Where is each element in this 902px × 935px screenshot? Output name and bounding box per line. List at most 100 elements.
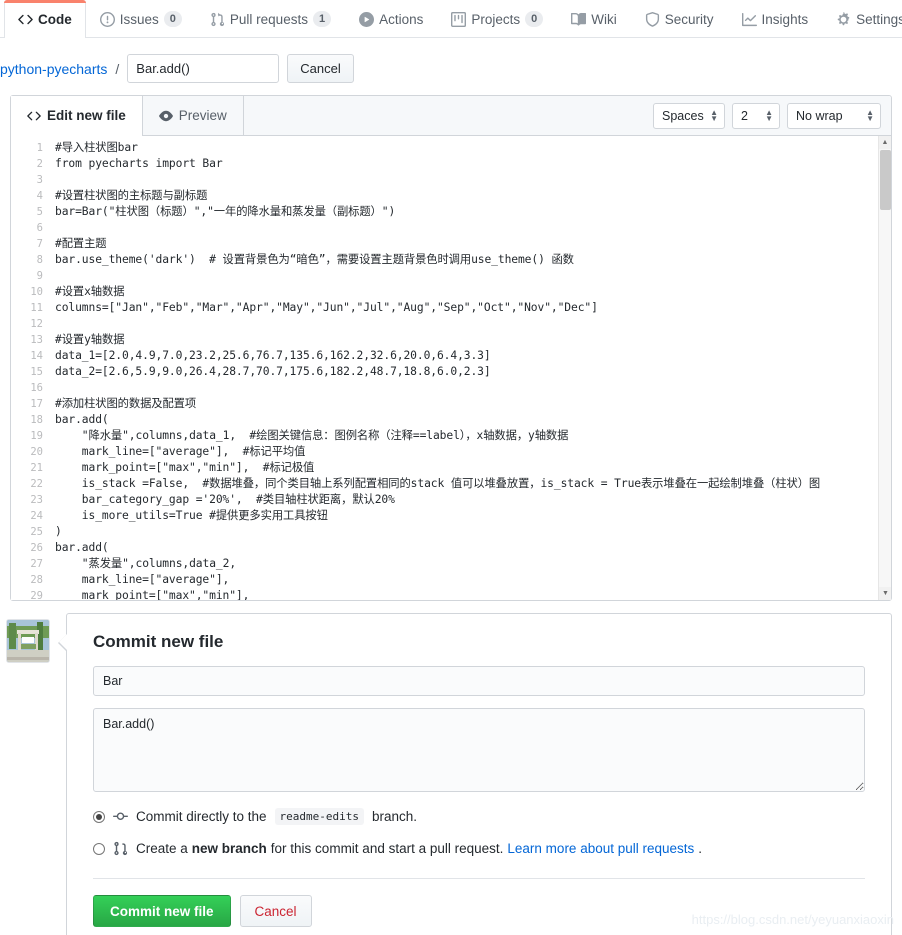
code-line-text: bar=Bar("柱状图（标题）","一年的降水量和蒸发量（副标题）"): [55, 205, 396, 218]
code-line-text: data_1=[2.0,4.9,7.0,23.2,25.6,76.7,135.6…: [55, 349, 491, 362]
code-vertical-scrollbar[interactable]: ▲ ▼: [878, 136, 891, 600]
nav-tab-insights[interactable]: Insights: [728, 0, 823, 37]
eye-icon: [158, 109, 173, 123]
chevron-updown-icon: ▲ ▼: [765, 107, 773, 123]
code-line: 11 columns=["Jan","Feb","Mar","Apr","May"…: [11, 300, 878, 316]
code-icon: [18, 12, 33, 27]
nav-tab-pull-requests-count: 1: [312, 11, 332, 27]
pull-requests-help-link[interactable]: Learn more about pull requests: [507, 841, 694, 856]
nav-tab-security[interactable]: Security: [631, 0, 728, 37]
tab-preview[interactable]: Preview: [143, 96, 244, 135]
indent-size-value: 2: [741, 108, 748, 123]
shield-icon: [645, 11, 660, 27]
code-line-number: 17: [30, 398, 43, 410]
code-line: 17 #添加柱状图的数据及配置项: [11, 396, 878, 412]
code-line-number: 3: [36, 174, 43, 186]
code-line-number: 29: [30, 590, 43, 600]
code-line: 16: [11, 380, 878, 396]
graph-icon: [741, 12, 757, 27]
nav-tab-settings-label: Settings: [856, 11, 902, 27]
code-line-text: bar.add(: [55, 541, 109, 554]
commit-option-direct-row[interactable]: Commit directly to the readme-edits bran…: [93, 808, 865, 825]
code-line: 9: [11, 268, 878, 284]
tab-preview-label: Preview: [178, 108, 227, 123]
code-icon: [27, 109, 41, 123]
code-line-text: mark_point=["max","min"],: [55, 589, 250, 600]
code-lines-container: 1 #导入柱状图bar 2 from pyecharts import Bar 3 4 #设…: [11, 136, 878, 600]
breadcrumb-repo-link[interactable]: python-pyecharts: [0, 61, 107, 77]
code-line-number: 6: [36, 222, 43, 234]
code-line-text: #设置x轴数据: [55, 285, 125, 298]
commit-form: Commit new file Commit directly to the r…: [58, 613, 892, 935]
filename-input[interactable]: [127, 54, 280, 83]
nav-tab-wiki-label: Wiki: [591, 11, 617, 27]
user-avatar: [6, 619, 50, 663]
nav-tab-wiki[interactable]: Wiki: [557, 0, 631, 37]
commit-directly-text: Commit directly to the: [136, 809, 267, 824]
commit-cancel-button[interactable]: Cancel: [239, 895, 312, 927]
cancel-filename-button[interactable]: Cancel: [287, 54, 354, 83]
radio-commit-directly[interactable]: [93, 810, 105, 823]
code-line-number: 1: [36, 142, 43, 154]
nav-tab-settings[interactable]: Settings: [822, 0, 902, 37]
wrap-mode-value: No wrap: [796, 108, 843, 123]
tab-edit-new-file-label: Edit new file: [47, 108, 126, 123]
nav-tab-code-label: Code: [38, 11, 72, 27]
play-icon: [359, 11, 375, 27]
code-line-text: mark_line=["average"], #标记平均值: [55, 445, 306, 458]
code-line: 15 data_2=[2.6,5.9,9.0,26.4,28.7,70.7,175…: [11, 364, 878, 380]
code-line: 1 #导入柱状图bar: [11, 140, 878, 156]
nav-tab-projects-count: 0: [525, 11, 544, 27]
scrollbar-thumb[interactable]: [880, 150, 891, 210]
wrap-mode-select[interactable]: No wrap ▲ ▼: [787, 102, 881, 129]
project-icon: [451, 11, 467, 27]
code-line: 14 data_1=[2.0,4.9,7.0,23.2,25.6,76.7,135…: [11, 348, 878, 364]
code-line-text: "降水量",columns,data_1, #绘图关键信息：图例名称（注释==l…: [55, 429, 569, 442]
code-line: 22 is_stack =False, #数据堆叠，同个类目轴上系列配置相同的s…: [11, 476, 878, 492]
code-line-text: bar.use_theme('dark') # 设置背景色为“暗色”，需要设置主…: [55, 253, 574, 266]
code-line: 24 is_more_utils=True #提供更多实用工具按钮: [11, 508, 878, 524]
scroll-up-arrow-icon[interactable]: ▲: [879, 136, 891, 149]
code-line-text: from pyecharts import Bar: [55, 157, 223, 170]
commit-summary-input[interactable]: [93, 666, 865, 696]
code-line: 13 #设置y轴数据: [11, 332, 878, 348]
commit-actions-row: Commit new file Cancel: [93, 878, 865, 927]
commit-section: Commit new file Commit directly to the r…: [6, 613, 892, 935]
code-line-number: 2: [36, 158, 43, 170]
commit-option-new-branch-row[interactable]: Create a new branch for this commit and …: [93, 841, 865, 856]
code-line-number: 21: [30, 462, 43, 474]
code-editor-area[interactable]: 1 #导入柱状图bar 2 from pyecharts import Bar 3 4 #设…: [11, 136, 891, 600]
code-line: 10 #设置x轴数据: [11, 284, 878, 300]
tab-edit-new-file[interactable]: Edit new file: [11, 96, 143, 136]
code-line-number: 12: [30, 318, 43, 330]
repo-navigation: Code Issues 0 Pull requests 1 Actions Pr…: [0, 0, 902, 38]
chevron-updown-icon: ▲ ▼: [710, 107, 718, 123]
indent-size-select[interactable]: 2 ▲ ▼: [732, 102, 780, 129]
nav-tab-code[interactable]: Code: [4, 0, 86, 38]
nav-tab-actions[interactable]: Actions: [345, 0, 437, 37]
editor-toolbar: Edit new file Preview Spaces ▲ ▼ 2 ▲ ▼ No …: [11, 96, 891, 136]
commit-new-file-button[interactable]: Commit new file: [93, 895, 231, 927]
code-line-text: bar.add(: [55, 413, 109, 426]
code-line: 28 mark_line=["average"],: [11, 572, 878, 588]
code-line-number: 16: [30, 382, 43, 394]
indent-mode-select[interactable]: Spaces ▲ ▼: [653, 102, 725, 129]
code-line-number: 20: [30, 446, 43, 458]
nav-tab-issues-label: Issues: [119, 11, 159, 27]
code-line-text: columns=["Jan","Feb","Mar","Apr","May","…: [55, 301, 598, 314]
code-line-number: 11: [30, 302, 43, 314]
commit-description-textarea[interactable]: [93, 708, 865, 792]
breadcrumb-separator: /: [115, 60, 120, 77]
nav-tab-projects[interactable]: Projects 0: [437, 0, 557, 37]
nav-tab-issues[interactable]: Issues 0: [86, 0, 196, 37]
nav-tab-issues-count: 0: [163, 11, 182, 27]
code-line-number: 26: [30, 542, 43, 554]
code-line-number: 10: [30, 286, 43, 298]
code-line-number: 13: [30, 334, 43, 346]
radio-create-new-branch[interactable]: [93, 842, 105, 855]
code-line-number: 8: [36, 254, 43, 266]
nav-tab-pull-requests[interactable]: Pull requests 1: [196, 0, 345, 37]
scroll-down-arrow-icon[interactable]: ▼: [879, 587, 891, 600]
code-line: 25): [11, 524, 878, 540]
nav-tab-insights-label: Insights: [761, 11, 809, 27]
